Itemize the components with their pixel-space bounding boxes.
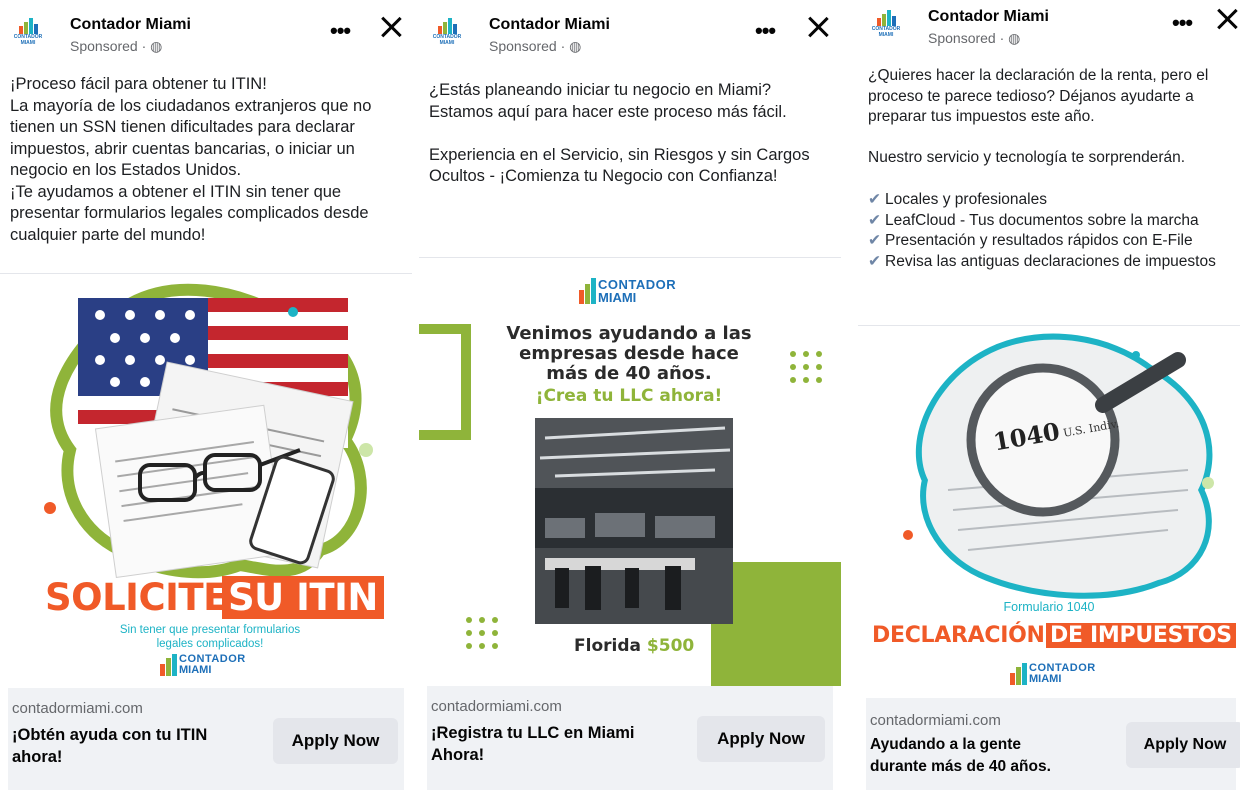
close-icon[interactable] xyxy=(378,14,404,40)
price-value: $500 xyxy=(646,636,695,656)
page-avatar[interactable]: CONTADOR MIAMI xyxy=(429,14,465,50)
headline-solicite: SOLICITE xyxy=(45,576,228,619)
ad-card-itin: CONTADOR MIAMI Contador Miami Sponsored … xyxy=(0,0,412,790)
brand-bottom: MIAMI xyxy=(1029,673,1062,685)
office-photo xyxy=(535,418,733,624)
close-icon[interactable] xyxy=(1214,6,1240,32)
ad-primary-text: ¡Proceso fácil para obtener tu ITIN! La … xyxy=(10,75,372,244)
page-avatar[interactable]: CONTADOR MIAMI xyxy=(868,6,904,42)
sponsored-label: Sponsored · ◍ xyxy=(928,30,1020,47)
checklist-item: ✔ Locales y profesionales xyxy=(868,190,1230,211)
avatar-logo-text: CONTADOR MIAMI xyxy=(13,34,43,46)
brand-logo: CONTADOR MIAMI xyxy=(1010,663,1096,685)
magnifier-illustration xyxy=(903,333,1214,599)
check-icon: ✔ xyxy=(868,252,881,270)
globe-icon: ◍ xyxy=(569,38,582,54)
more-dots-icon[interactable]: ••• xyxy=(330,18,351,44)
cta-headline: Ayudando a la gente durante más de 40 añ… xyxy=(870,736,1051,775)
checklist-item-text: Presentación y resultados rápidos con E-… xyxy=(885,232,1193,249)
dot-grid-icon xyxy=(466,617,498,649)
price-label: Florida xyxy=(574,636,641,656)
sponsored-text: Sponsored · xyxy=(489,38,570,54)
cta-url: contadormiami.com xyxy=(870,712,1001,729)
ad-primary-text: ¿Quieres hacer la declaración de la rent… xyxy=(868,67,1209,166)
cta-headline: ¡Registra tu LLC en Miami Ahora! xyxy=(431,724,635,764)
ad-primary-text: ¿Estás planeando iniciar tu negocio en M… xyxy=(429,81,810,185)
creative-headline-accent: ¡Crea tu LLC ahora! xyxy=(535,386,723,406)
ad-header: CONTADOR MIAMI Contador Miami Sponsored … xyxy=(858,0,1240,52)
checklist: ✔ Locales y profesionales ✔ LeafCloud - Tu… xyxy=(868,190,1230,272)
sponsored-text: Sponsored · xyxy=(928,30,1009,46)
page-name[interactable]: Contador Miami xyxy=(928,8,1049,26)
cta-url: contadormiami.com xyxy=(431,698,562,715)
cta-url: contadormiami.com xyxy=(12,700,143,717)
divider xyxy=(858,325,1240,326)
creative-subtext: Formulario 1040 xyxy=(1003,600,1095,614)
sponsored-text: Sponsored · xyxy=(70,38,151,54)
cta-bar[interactable]: contadormiami.com ¡Obtén ayuda con tu IT… xyxy=(8,688,404,790)
page-name[interactable]: Contador Miami xyxy=(70,16,191,34)
checklist-item-text: Revisa las antiguas declaraciones de imp… xyxy=(885,252,1216,270)
logo-bars-icon xyxy=(18,18,38,34)
divider xyxy=(0,273,412,274)
logo-bars-icon xyxy=(437,18,457,34)
avatar-logo-text: CONTADOR MIAMI xyxy=(871,26,901,38)
page-avatar[interactable]: CONTADOR MIAMI xyxy=(10,14,46,50)
brand-bars-icon xyxy=(579,278,596,304)
ad-creative-image[interactable]: 1040 U.S. Indiv. Formulario 1040 DECLARA… xyxy=(858,330,1240,698)
divider xyxy=(419,257,841,258)
checklist-item-text: Locales y profesionales xyxy=(885,191,1047,208)
globe-icon: ◍ xyxy=(1008,30,1021,46)
check-icon: ✔ xyxy=(868,211,881,229)
checklist-item-text: LeafCloud - Tus documentos sobre la marc… xyxy=(885,211,1199,229)
price-row: Florida $500 xyxy=(574,636,694,656)
headline-su-itin: SU ITIN xyxy=(222,576,384,619)
ad-header: CONTADOR MIAMI Contador Miami Sponsored … xyxy=(419,8,841,60)
check-icon: ✔ xyxy=(868,191,881,208)
checklist-item: ✔ Presentación y resultados rápidos con E… xyxy=(868,231,1230,252)
brand-bottom: MIAMI xyxy=(598,290,637,305)
close-icon[interactable] xyxy=(805,14,831,40)
decor-bracket xyxy=(419,324,471,440)
brand-logo: CONTADOR MIAMI xyxy=(160,654,246,676)
creative-subtext: Sin tener que presentar formularios lega… xyxy=(119,624,301,650)
cta-bar[interactable]: contadormiami.com Ayudando a la gente du… xyxy=(866,698,1240,790)
brand-bars-icon xyxy=(1010,663,1027,685)
dot-grid-icon xyxy=(790,351,822,383)
brand-logo: CONTADOR MIAMI xyxy=(579,278,676,304)
checklist-item: ✔ LeafCloud - Tus documentos sobre la mar… xyxy=(868,211,1230,232)
avatar-logo-text: CONTADOR MIAMI xyxy=(432,34,462,46)
checklist-item: ✔ Revisa las antiguas declaraciones de im… xyxy=(868,252,1230,273)
cta-bar[interactable]: contadormiami.com ¡Registra tu LLC en Mi… xyxy=(427,686,833,790)
globe-icon: ◍ xyxy=(150,38,163,54)
ad-card-llc: CONTADOR MIAMI Contador Miami Sponsored … xyxy=(419,0,841,790)
more-dots-icon[interactable]: ••• xyxy=(755,18,776,44)
headline-declaracion: DECLARACIÓN xyxy=(872,623,1045,648)
creative-headline: Venimos ayudando a las empresas desde ha… xyxy=(506,323,752,384)
ad-creative-image[interactable]: CONTADOR MIAMI Venimos ayudando a las emp… xyxy=(419,262,841,686)
headline-de-impuestos: DE IMPUESTOS xyxy=(1046,623,1236,648)
ad-card-impuestos: CONTADOR MIAMI Contador Miami Sponsored … xyxy=(858,0,1240,790)
apply-now-button[interactable]: Apply Now xyxy=(273,718,398,764)
brand-bars-icon xyxy=(160,654,177,676)
sponsored-label: Sponsored · ◍ xyxy=(70,38,162,55)
check-icon: ✔ xyxy=(868,232,881,249)
page-name[interactable]: Contador Miami xyxy=(489,16,610,34)
ad-creative-image[interactable]: SOLICITE SU ITIN Sin tener que presentar… xyxy=(0,280,412,688)
cta-headline: ¡Obtén ayuda con tu ITIN ahora! xyxy=(12,726,208,766)
more-dots-icon[interactable]: ••• xyxy=(1172,10,1193,36)
brand-bottom: MIAMI xyxy=(179,664,212,676)
apply-now-button[interactable]: Apply Now xyxy=(1126,722,1240,768)
logo-bars-icon xyxy=(876,10,896,26)
sponsored-label: Sponsored · ◍ xyxy=(489,38,581,55)
ad-header: CONTADOR MIAMI Contador Miami Sponsored … xyxy=(0,8,412,60)
apply-now-button[interactable]: Apply Now xyxy=(697,716,825,762)
